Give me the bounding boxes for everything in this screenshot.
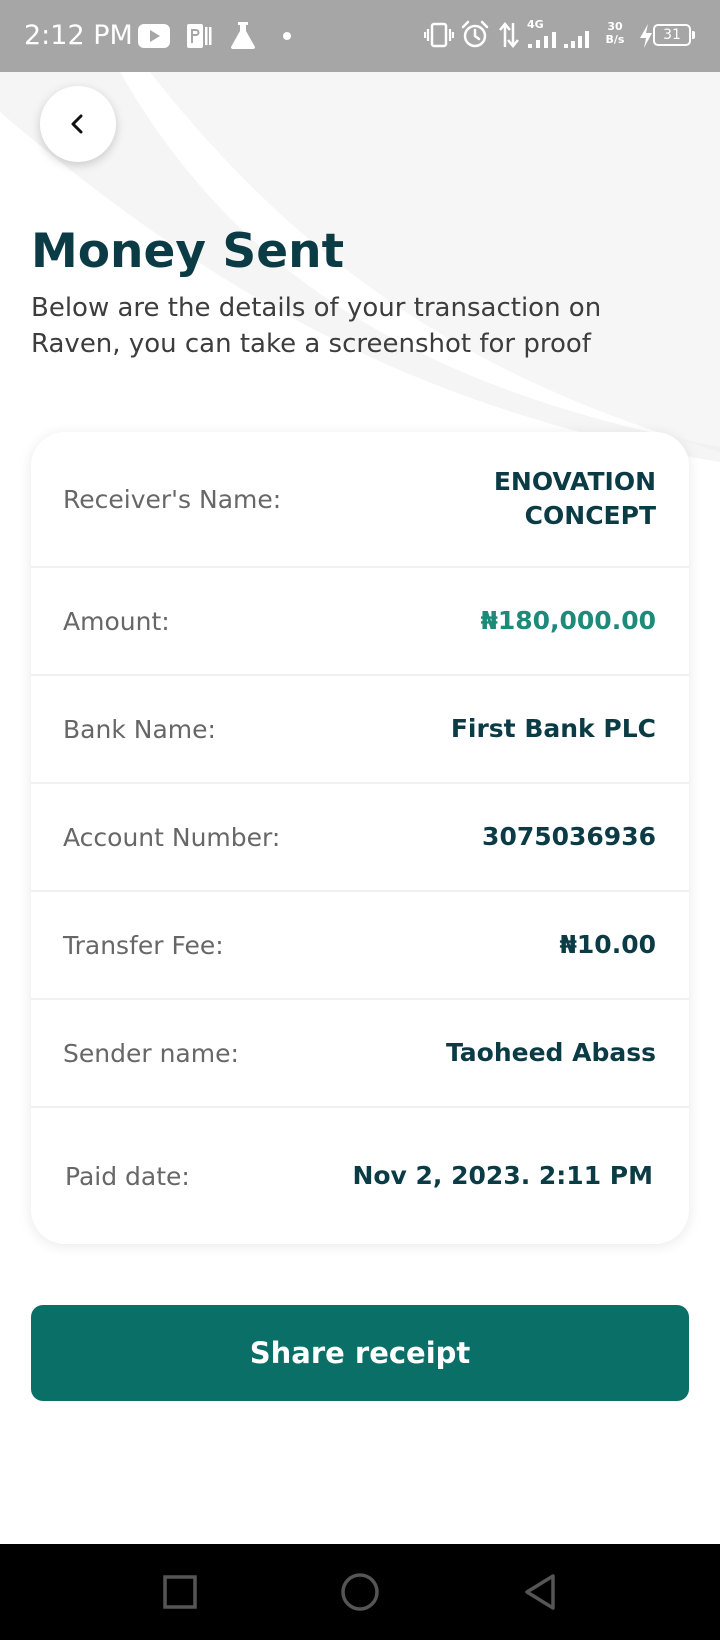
recent-apps-icon [163, 1575, 197, 1609]
speed-unit: B/s [605, 33, 625, 46]
speed-value: 30 [607, 20, 623, 33]
navigation-bar [0, 1544, 720, 1640]
detail-row-sender: Sender name: Taoheed Abass [31, 1000, 689, 1108]
detail-row-account: Account Number: 3075036936 [31, 784, 689, 892]
detail-row-fee: Transfer Fee: ₦10.00 [31, 892, 689, 1000]
back-nav-button[interactable] [514, 1566, 566, 1618]
sender-name-label: Sender name: [63, 1038, 239, 1068]
transfer-fee-value: ₦10.00 [559, 930, 656, 959]
page-subtitle: Below are the details of your transactio… [31, 293, 602, 359]
recent-apps-button[interactable] [154, 1566, 206, 1618]
main-content: Money Sent Below are the details of your… [0, 72, 720, 1544]
signal-icon [528, 32, 556, 48]
amount-label: Amount: [63, 606, 170, 636]
signal-icon [564, 31, 589, 48]
detail-row-bank: Bank Name: First Bank PLC [31, 676, 689, 784]
home-button[interactable] [334, 1566, 386, 1618]
youtube-icon [138, 24, 170, 48]
flask-icon [231, 22, 255, 49]
account-number-value: 3075036936 [482, 822, 656, 851]
detail-row-receiver: Receiver's Name: ENOVATION CONCEPT [31, 432, 689, 568]
paid-date-label: Paid date: [65, 1161, 190, 1191]
page-title: Money Sent [31, 224, 345, 279]
receiver-name-label: Receiver's Name: [63, 484, 282, 514]
account-number-label: Account Number: [63, 822, 281, 852]
alarm-icon [461, 20, 489, 48]
dot-icon [283, 32, 291, 40]
detail-row-amount: Amount: ₦180,000.00 [31, 568, 689, 676]
amount-value: ₦180,000.00 [480, 606, 656, 635]
speed-indicator: 30 B/s [602, 20, 628, 46]
charging-icon [640, 24, 652, 48]
back-icon [525, 1574, 555, 1610]
paid-date-value: Nov 2, 2023. 2:11 PM [352, 1161, 653, 1190]
data-transfer-icon [499, 22, 519, 48]
vibrate-icon [424, 22, 454, 48]
parking-icon [187, 24, 212, 48]
share-receipt-button[interactable]: Share receipt [31, 1305, 689, 1401]
transaction-details-card: Receiver's Name: ENOVATION CONCEPT Amoun… [31, 432, 689, 1244]
home-icon [341, 1573, 379, 1611]
chevron-left-icon [71, 114, 83, 134]
bank-name-label: Bank Name: [63, 714, 216, 744]
sender-name-value: Taoheed Abass [445, 1038, 656, 1067]
receiver-name-value: ENOVATION CONCEPT [493, 467, 656, 530]
battery-icon: 31 [653, 24, 695, 46]
back-button[interactable] [40, 86, 116, 162]
status-time: 2:12 PM [24, 20, 133, 51]
bank-name-value: First Bank PLC [450, 714, 656, 743]
status-bar: 2:12 PM 4G 30 B/s 31 [0, 0, 720, 72]
detail-row-date: Paid date: Nov 2, 2023. 2:11 PM [31, 1108, 689, 1244]
transfer-fee-label: Transfer Fee: [63, 930, 224, 960]
